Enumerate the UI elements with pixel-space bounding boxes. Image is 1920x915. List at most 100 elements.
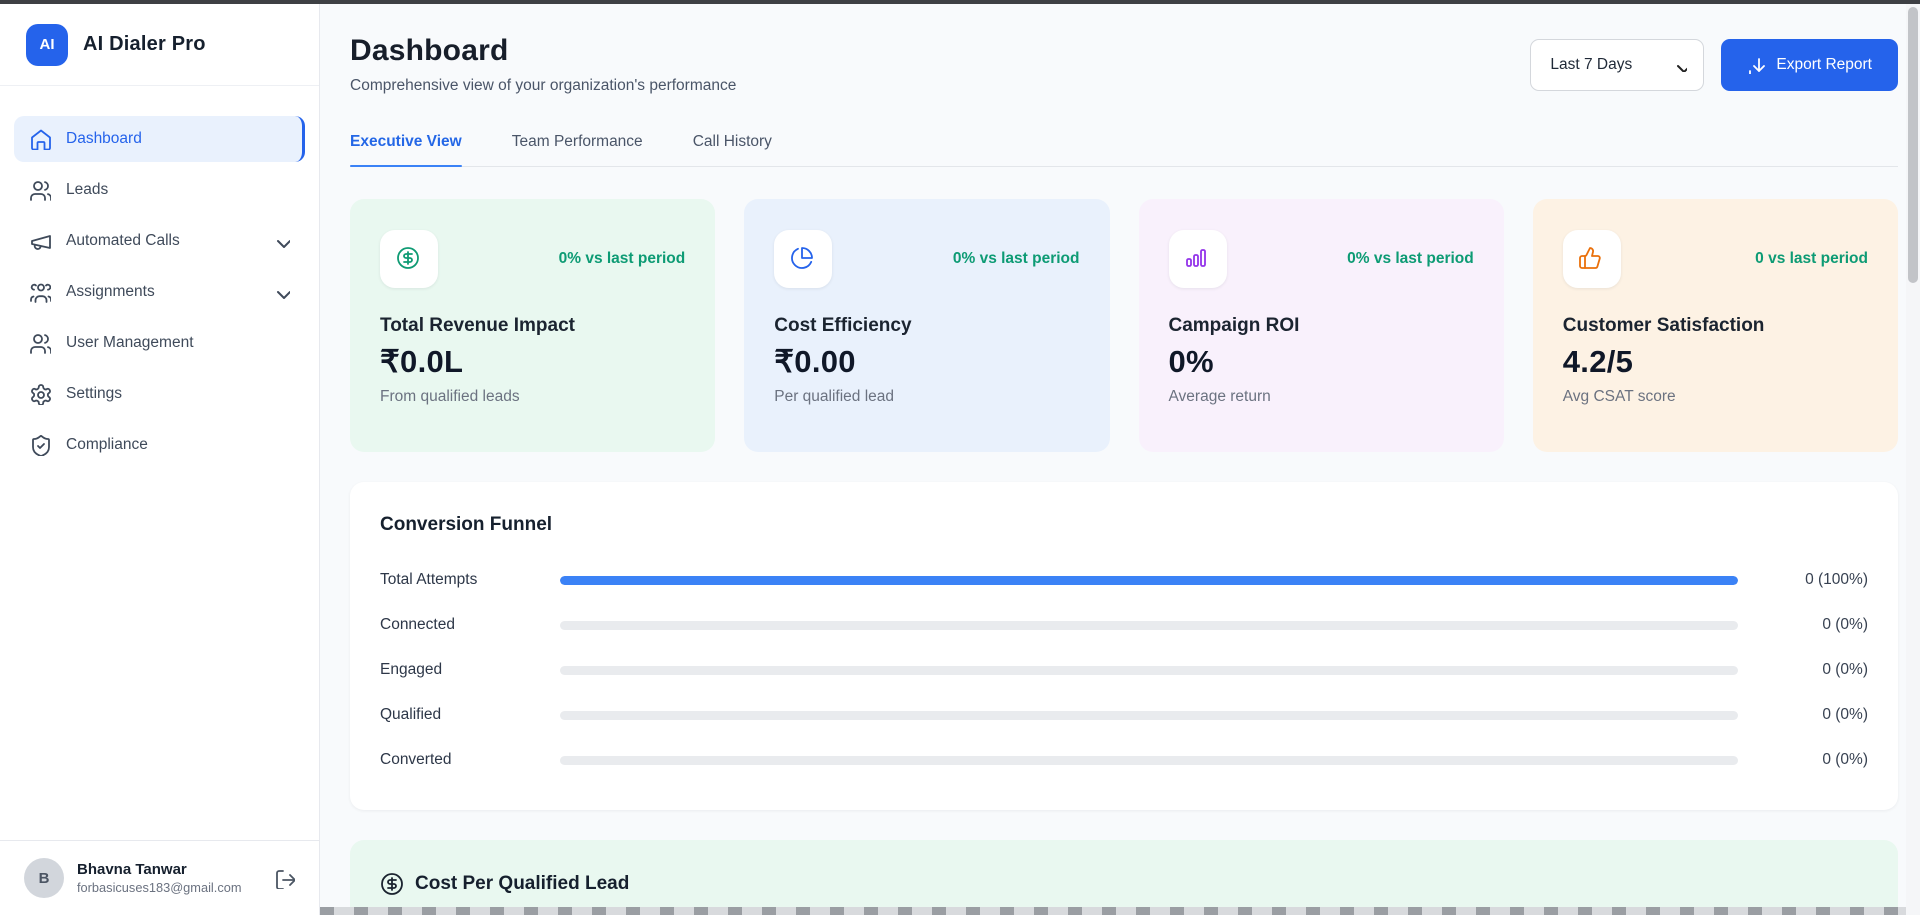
- funnel-value: 0 (0%): [1738, 616, 1868, 634]
- user-meta: Bhavna Tanwar forbasicuses183@gmail.com: [77, 861, 242, 895]
- stat-value: 0%: [1169, 344, 1474, 380]
- stat-card-top: 0% vs last period: [774, 230, 1079, 288]
- icon-tile: [1169, 230, 1227, 288]
- sidebar-item-label: User Management: [66, 334, 194, 352]
- funnel-value: 0 (0%): [1738, 706, 1868, 724]
- cost-card-title: Cost Per Qualified Lead: [415, 873, 629, 895]
- stat-card-campaign-roi: 0% vs last period Campaign ROI 0% Averag…: [1139, 199, 1504, 452]
- download-icon: [1747, 56, 1765, 74]
- horizontal-scrollbar[interactable]: [320, 907, 1906, 915]
- stat-value: ₹0.00: [774, 344, 1079, 380]
- sidebar-item-user-management[interactable]: User Management: [14, 320, 305, 366]
- page-header-text: Dashboard Comprehensive view of your org…: [350, 34, 736, 95]
- users-group-icon: [29, 281, 51, 303]
- stat-value: 4.2/5: [1563, 344, 1868, 380]
- funnel-row-engaged: Engaged 0 (0%): [380, 656, 1868, 684]
- users-icon: [29, 332, 51, 354]
- stat-subtitle: From qualified leads: [380, 388, 685, 406]
- funnel-bar-track: [560, 711, 1738, 720]
- trend-badge: 0% vs last period: [1347, 250, 1474, 268]
- conversion-funnel-card: Conversion Funnel Total Attempts 0 (100%…: [350, 482, 1898, 810]
- sidebar-item-leads[interactable]: Leads: [14, 167, 305, 213]
- page-subtitle: Comprehensive view of your organization'…: [350, 77, 736, 95]
- funnel-rows: Total Attempts 0 (100%) Connected 0 (0%)…: [380, 566, 1868, 774]
- funnel-value: 0 (0%): [1738, 661, 1868, 679]
- sidebar-item-label: Automated Calls: [66, 232, 180, 250]
- funnel-bar-track: [560, 756, 1738, 765]
- stat-title: Customer Satisfaction: [1563, 315, 1868, 337]
- stat-card-cost-efficiency: 0% vs last period Cost Efficiency ₹0.00 …: [744, 199, 1109, 452]
- header-controls: Last 7 Days Export Report: [1530, 39, 1898, 91]
- funnel-label: Total Attempts: [380, 571, 560, 589]
- page-header: Dashboard Comprehensive view of your org…: [350, 34, 1898, 95]
- funnel-label: Connected: [380, 616, 560, 634]
- trend-badge: 0% vs last period: [953, 250, 1080, 268]
- sidebar-item-assignments[interactable]: Assignments: [14, 269, 305, 315]
- stat-value: ₹0.0L: [380, 344, 685, 380]
- app-logo: AI: [26, 24, 68, 66]
- sidebar-item-label: Leads: [66, 181, 108, 199]
- dollar-circle-icon: [396, 246, 423, 273]
- user-email: forbasicuses183@gmail.com: [77, 880, 242, 895]
- stat-card-customer-satisfaction: 0 vs last period Customer Satisfaction 4…: [1533, 199, 1898, 452]
- trend-badge: 0 vs last period: [1755, 250, 1868, 268]
- pie-chart-icon: [790, 246, 817, 273]
- sidebar-item-settings[interactable]: Settings: [14, 371, 305, 417]
- funnel-value: 0 (100%): [1738, 571, 1868, 589]
- funnel-row-total-attempts: Total Attempts 0 (100%): [380, 566, 1868, 594]
- stat-card-top: 0 vs last period: [1563, 230, 1868, 288]
- funnel-row-qualified: Qualified 0 (0%): [380, 701, 1868, 729]
- vertical-scrollbar[interactable]: [1906, 4, 1920, 915]
- date-range-select[interactable]: Last 7 Days: [1530, 39, 1704, 91]
- sidebar-item-automated-calls[interactable]: Automated Calls: [14, 218, 305, 264]
- icon-tile: [774, 230, 832, 288]
- sidebar-item-label: Assignments: [66, 283, 155, 301]
- chevron-down-icon: [272, 232, 290, 250]
- stat-title: Cost Efficiency: [774, 315, 1079, 337]
- sidebar-nav: Dashboard Leads Automated Calls Assignme…: [0, 86, 319, 840]
- funnel-row-converted: Converted 0 (0%): [380, 746, 1868, 774]
- funnel-bar-track: [560, 621, 1738, 630]
- funnel-label: Converted: [380, 751, 560, 769]
- cost-per-qualified-lead-card: Cost Per Qualified Lead: [350, 840, 1898, 915]
- trend-badge: 0% vs last period: [559, 250, 686, 268]
- sidebar-item-dashboard[interactable]: Dashboard: [14, 116, 305, 162]
- scrollbar-thumb[interactable]: [1908, 7, 1918, 283]
- browser-top-strip: [0, 0, 1920, 4]
- stat-card-top: 0% vs last period: [380, 230, 685, 288]
- app-name: AI Dialer Pro: [83, 33, 206, 56]
- icon-tile: [1563, 230, 1621, 288]
- funnel-label: Qualified: [380, 706, 560, 724]
- funnel-bar-track: [560, 576, 1738, 585]
- export-report-button[interactable]: Export Report: [1721, 39, 1898, 91]
- sidebar-item-label: Settings: [66, 385, 122, 403]
- brand: AI AI Dialer Pro: [0, 4, 319, 86]
- stat-cards: 0% vs last period Total Revenue Impact ₹…: [350, 199, 1898, 452]
- sidebar-item-compliance[interactable]: Compliance: [14, 422, 305, 468]
- tab-executive-view[interactable]: Executive View: [350, 133, 462, 166]
- thumbs-up-icon: [1578, 246, 1605, 273]
- bar-chart-icon: [1184, 246, 1211, 273]
- user-name: Bhavna Tanwar: [77, 861, 242, 878]
- tab-team-performance[interactable]: Team Performance: [512, 133, 643, 166]
- tab-call-history[interactable]: Call History: [693, 133, 772, 166]
- shield-check-icon: [29, 434, 51, 456]
- chevron-down-icon: [1672, 57, 1687, 72]
- user-profile: B Bhavna Tanwar forbasicuses183@gmail.co…: [0, 840, 319, 915]
- funnel-bar-track: [560, 666, 1738, 675]
- dollar-circle-icon: [380, 872, 403, 895]
- logout-icon[interactable]: [274, 868, 295, 889]
- chevron-down-icon: [272, 283, 290, 301]
- stat-subtitle: Average return: [1169, 388, 1474, 406]
- icon-tile: [380, 230, 438, 288]
- funnel-title: Conversion Funnel: [380, 514, 1868, 536]
- stat-title: Campaign ROI: [1169, 315, 1474, 337]
- stat-subtitle: Per qualified lead: [774, 388, 1079, 406]
- funnel-bar-fill: [560, 576, 1738, 585]
- cost-card-header: Cost Per Qualified Lead: [380, 872, 1868, 895]
- stat-card-total-revenue-impact: 0% vs last period Total Revenue Impact ₹…: [350, 199, 715, 452]
- avatar: B: [24, 858, 64, 898]
- view-tabs: Executive View Team Performance Call His…: [350, 133, 1898, 167]
- stat-card-top: 0% vs last period: [1169, 230, 1474, 288]
- stat-subtitle: Avg CSAT score: [1563, 388, 1868, 406]
